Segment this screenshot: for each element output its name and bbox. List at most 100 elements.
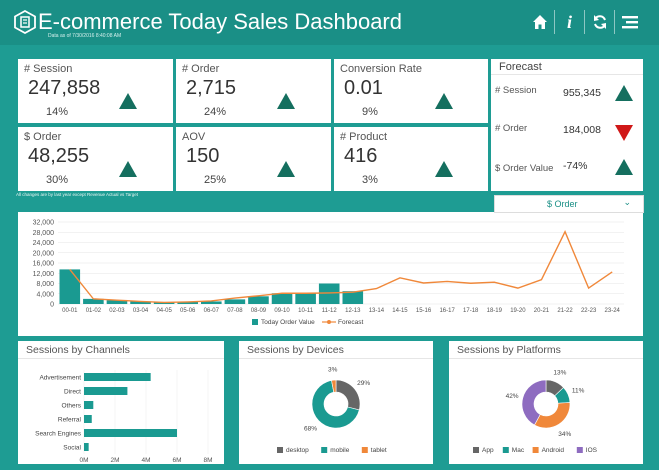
forecast-row-label: # Session bbox=[495, 85, 537, 96]
panel-title: Sessions by Channels bbox=[26, 344, 130, 356]
y-tick-label: 4,000 bbox=[36, 291, 54, 298]
kpi-change: 24% bbox=[204, 106, 227, 118]
x-tick-label: 14-15 bbox=[392, 308, 408, 314]
forecast-title: Forecast bbox=[499, 61, 542, 73]
legend-swatch bbox=[252, 319, 258, 325]
x-tick-label: 11-12 bbox=[322, 308, 338, 314]
kpi-change: 14% bbox=[46, 106, 69, 118]
kpi-value: 416 bbox=[344, 145, 378, 167]
metric-select-value: $ Order bbox=[547, 199, 578, 209]
legend-label: mobile bbox=[330, 447, 350, 454]
refresh-icon[interactable] bbox=[585, 10, 615, 34]
bar bbox=[84, 373, 151, 381]
divider bbox=[449, 358, 643, 359]
x-tick-label: 0M bbox=[79, 457, 88, 464]
hourly-order-chart: 0 4,000 8,000 12,000 16,000 20,000 24,000 28,00… bbox=[33, 220, 624, 326]
trend-up-icon bbox=[435, 161, 453, 177]
data-label: 3% bbox=[328, 367, 338, 374]
legend-label: IOS bbox=[586, 447, 598, 454]
panel-title: Sessions by Devices bbox=[247, 344, 344, 356]
x-tick-label: 13-14 bbox=[369, 308, 385, 314]
divider bbox=[239, 358, 433, 359]
kpi-label: # Session bbox=[24, 63, 73, 75]
category-label: Social bbox=[63, 445, 81, 452]
x-tick-label: 17-18 bbox=[463, 308, 479, 314]
kpi-card-session[interactable]: # Session 247,858 14% bbox=[18, 59, 173, 123]
kpi-card-conversion-rate[interactable]: Conversion Rate 0.01 9% bbox=[334, 59, 488, 123]
bar bbox=[224, 299, 246, 304]
legend-swatch bbox=[576, 447, 583, 453]
x-tick-label: 15-16 bbox=[416, 308, 432, 314]
legend-label: Forecast bbox=[338, 319, 363, 326]
data-label: 42% bbox=[506, 393, 519, 400]
trend-up-icon bbox=[277, 161, 295, 177]
forecast-panel: Forecast # Session 955,345 # Order 184,0… bbox=[491, 59, 643, 191]
info-icon[interactable]: i bbox=[555, 10, 585, 34]
trend-up-icon bbox=[119, 93, 137, 109]
x-tick-label: 01-02 bbox=[86, 308, 102, 314]
legend-swatch bbox=[321, 447, 328, 453]
legend-swatch bbox=[502, 447, 509, 453]
y-tick-label: 28,000 bbox=[33, 230, 55, 237]
x-tick-label: 06-07 bbox=[204, 308, 220, 314]
x-tick-label: 8M bbox=[203, 457, 212, 464]
y-tick-label: 32,000 bbox=[33, 220, 55, 227]
kpi-card-order-value[interactable]: $ Order 48,255 30% bbox=[18, 127, 173, 191]
kpi-label: AOV bbox=[182, 131, 206, 143]
kpi-card-order[interactable]: # Order 2,715 24% bbox=[176, 59, 331, 123]
changes-note: All changes are by last year except Reve… bbox=[16, 192, 138, 197]
kpi-value: 2,715 bbox=[186, 77, 237, 99]
trend-up-icon bbox=[435, 93, 453, 109]
kpi-value: 247,858 bbox=[28, 77, 101, 99]
bar bbox=[84, 443, 89, 451]
kpi-value: 48,255 bbox=[28, 145, 90, 167]
kpi-change: 30% bbox=[46, 174, 69, 186]
forecast-row-value: -74% bbox=[563, 160, 588, 172]
x-tick-label: 2M bbox=[110, 457, 119, 464]
legend-swatch bbox=[277, 447, 283, 453]
category-label: Search Engines bbox=[35, 431, 82, 438]
forecast-row-label: $ Order Value bbox=[495, 163, 554, 174]
x-tick-label: 04-05 bbox=[156, 308, 172, 314]
data-label: 29% bbox=[357, 380, 370, 387]
data-label: 13% bbox=[553, 369, 566, 376]
legend-label: Today Order Value bbox=[261, 319, 315, 326]
kpi-change: 3% bbox=[362, 174, 378, 186]
forecast-row-value: 184,008 bbox=[563, 124, 601, 136]
logo-icon bbox=[14, 10, 36, 34]
kpi-label: # Order bbox=[182, 63, 220, 75]
category-label: Others bbox=[61, 403, 81, 410]
legend-marker bbox=[327, 320, 331, 324]
y-tick-label: 12,000 bbox=[33, 271, 55, 278]
kpi-label: $ Order bbox=[24, 131, 62, 143]
y-tick-label: 0 bbox=[50, 302, 54, 309]
dashboard-title: E-commerce Today Sales Dashboard bbox=[38, 9, 402, 34]
forecast-row-value: 955,345 bbox=[563, 87, 601, 99]
trend-up-icon bbox=[277, 93, 295, 109]
legend-label: Mac bbox=[512, 447, 525, 454]
x-tick-label: 20-21 bbox=[534, 308, 550, 314]
bar bbox=[271, 293, 293, 304]
menu-icon[interactable] bbox=[615, 10, 645, 34]
category-label: Direct bbox=[64, 389, 81, 396]
x-tick-label: 4M bbox=[141, 457, 150, 464]
x-tick-label: 08-09 bbox=[251, 308, 267, 314]
bar bbox=[84, 387, 128, 395]
legend-swatch bbox=[532, 447, 539, 453]
bar bbox=[295, 293, 316, 304]
bar bbox=[84, 429, 177, 437]
header-bar: E-commerce Today Sales Dashboard Data as… bbox=[0, 0, 659, 45]
channels-bar-chart: 0M 2M 4M 6M 8M Advertisement Direct Others Refer… bbox=[35, 370, 213, 464]
kpi-value: 0.01 bbox=[344, 77, 383, 99]
kpi-card-product[interactable]: # Product 416 3% bbox=[334, 127, 488, 191]
home-icon[interactable] bbox=[525, 10, 555, 34]
sessions-by-platforms-panel: Sessions by Platforms 13% 11% 34% 42% App Mac… bbox=[449, 341, 643, 464]
kpi-change: 9% bbox=[362, 106, 378, 118]
metric-select[interactable]: $ Order ⌄ bbox=[494, 195, 644, 213]
y-tick-label: 8,000 bbox=[36, 281, 54, 288]
legend-label: tablet bbox=[371, 447, 387, 454]
trend-up-icon bbox=[615, 85, 633, 101]
x-tick-label: 18-19 bbox=[487, 308, 503, 314]
trend-down-icon bbox=[615, 125, 633, 141]
kpi-card-aov[interactable]: AOV 150 25% bbox=[176, 127, 331, 191]
